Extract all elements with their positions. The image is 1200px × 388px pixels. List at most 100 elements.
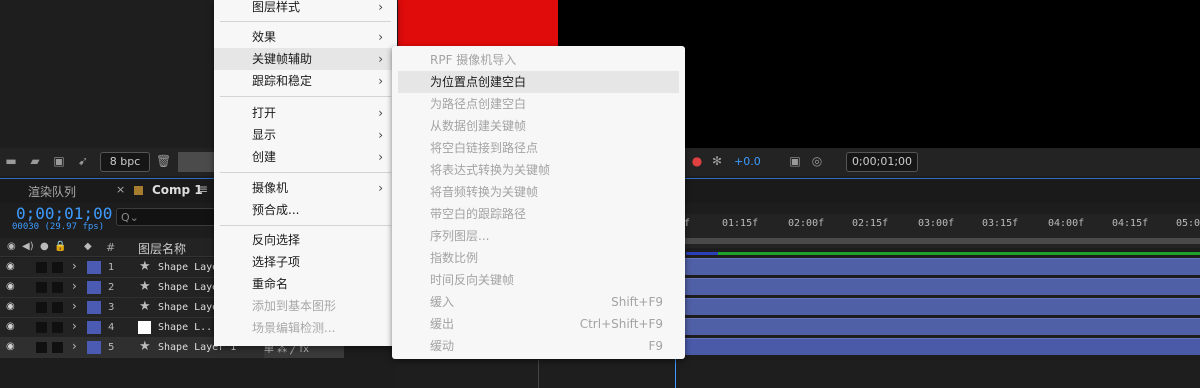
menu-item-track-stabilize[interactable]: 跟踪和稳定 › bbox=[214, 70, 397, 92]
submenu-item-exponential-scale[interactable]: 指数比例 bbox=[398, 247, 679, 269]
snapshot-icon[interactable]: ▬ bbox=[4, 154, 18, 168]
show-snapshot-icon[interactable]: ◎ bbox=[810, 154, 824, 168]
label-icon: ◆ bbox=[84, 241, 92, 252]
render-cache-indicator bbox=[718, 252, 1200, 255]
lock-toggle[interactable] bbox=[52, 342, 63, 353]
chevron-right-icon: › bbox=[378, 181, 383, 195]
layer-name[interactable]: Shape Laye bbox=[158, 302, 218, 313]
lock-toggle[interactable] bbox=[52, 282, 63, 293]
submenu-item-create-nulls-from-path[interactable]: 为路径点创建空白 bbox=[398, 93, 679, 115]
solo-toggle[interactable] bbox=[36, 342, 47, 353]
lock-toggle[interactable] bbox=[52, 322, 63, 333]
trash-icon[interactable]: 🗑 bbox=[156, 154, 171, 168]
panel-menu-icon[interactable]: ≡ bbox=[198, 182, 208, 196]
submenu-item-convert-expression[interactable]: 将表达式转换为关键帧 bbox=[398, 159, 679, 181]
menu-item-keyframe-assistant[interactable]: 关键帧辅助 › bbox=[214, 48, 397, 70]
layer-duration-bar[interactable] bbox=[675, 258, 1200, 275]
time-tick: 03:15f bbox=[982, 218, 1019, 229]
exposure-value[interactable]: +0.0 bbox=[734, 155, 761, 168]
menu-item-reveal[interactable]: 显示 › bbox=[214, 124, 397, 146]
menu-item-create[interactable]: 创建 › bbox=[214, 146, 397, 168]
layer-duration-bar[interactable] bbox=[675, 278, 1200, 295]
label-color[interactable] bbox=[87, 341, 101, 354]
submenu-item-track-path-with-null[interactable]: 带空白的跟踪路径 bbox=[398, 203, 679, 225]
expand-icon[interactable]: › bbox=[72, 259, 77, 273]
menu-item-camera[interactable]: 摄像机 › bbox=[214, 177, 397, 199]
eye-icon[interactable]: ◉ bbox=[6, 341, 15, 352]
submenu-item-easy-ease-in[interactable]: 缓入 Shift+F9 bbox=[398, 291, 679, 313]
current-time-display[interactable]: 0;00;01;00 bbox=[16, 204, 112, 223]
time-tick: 02:15f bbox=[852, 218, 889, 229]
label-color[interactable] bbox=[87, 321, 101, 334]
submenu-item-sequence-layers[interactable]: 序列图层... bbox=[398, 225, 679, 247]
submenu-item-create-nulls-from-position[interactable]: 为位置点创建空白 bbox=[398, 71, 679, 93]
submenu-item-easy-ease-out[interactable]: 缓出 Ctrl+Shift+F9 bbox=[398, 313, 679, 335]
menu-item-precompose[interactable]: 预合成... bbox=[214, 199, 397, 221]
film-icon[interactable]: ▣ bbox=[52, 154, 66, 168]
chevron-right-icon: › bbox=[378, 106, 383, 120]
solo-toggle[interactable] bbox=[36, 322, 47, 333]
layer-duration-bar[interactable] bbox=[675, 318, 1200, 335]
time-tick: 01:15f bbox=[722, 218, 759, 229]
search-input[interactable]: Q⌄ bbox=[116, 208, 226, 226]
menu-item-open[interactable]: 打开 › bbox=[214, 102, 397, 124]
submenu-item-time-reverse-keyframes[interactable]: 时间反向关键帧 bbox=[398, 269, 679, 291]
work-area-bar[interactable] bbox=[675, 238, 1200, 244]
expand-icon[interactable]: › bbox=[72, 319, 77, 333]
menu-item-layer-styles[interactable]: 图层样式 › bbox=[214, 0, 397, 18]
layer-number: 3 bbox=[108, 302, 115, 313]
chevron-right-icon: › bbox=[378, 30, 383, 44]
solo-toggle[interactable] bbox=[36, 282, 47, 293]
layer-duration-bar[interactable] bbox=[675, 338, 1200, 355]
camera-icon[interactable]: ▣ bbox=[788, 154, 802, 168]
panel-divider[interactable] bbox=[538, 360, 539, 388]
solo-toggle[interactable] bbox=[36, 302, 47, 313]
eye-icon[interactable]: ◉ bbox=[6, 281, 15, 292]
tab-comp-1[interactable]: Comp 1 bbox=[152, 183, 203, 197]
submenu-item-convert-audio[interactable]: 将音频转换为关键帧 bbox=[398, 181, 679, 203]
eye-icon[interactable]: ◉ bbox=[6, 261, 15, 272]
eye-icon[interactable]: ◉ bbox=[6, 301, 15, 312]
expand-icon[interactable]: › bbox=[72, 339, 77, 353]
layer-number: 1 bbox=[108, 262, 115, 273]
layer-duration-bar[interactable] bbox=[675, 298, 1200, 315]
label-color[interactable] bbox=[87, 281, 101, 294]
close-icon[interactable]: × bbox=[116, 183, 125, 196]
label-color[interactable] bbox=[87, 301, 101, 314]
lock-toggle[interactable] bbox=[52, 302, 63, 313]
viewer-timecode[interactable]: 0;00;01;00 bbox=[846, 152, 918, 172]
tab-render-queue[interactable]: 渲染队列 bbox=[28, 183, 76, 200]
channel-icon[interactable]: ● bbox=[690, 154, 704, 168]
lock-toggle[interactable] bbox=[52, 262, 63, 273]
layer-number: 2 bbox=[108, 282, 115, 293]
flowchart-icon[interactable]: ➹ bbox=[76, 154, 90, 168]
label-color[interactable] bbox=[87, 261, 101, 274]
lock-icon: 🔒 bbox=[54, 241, 67, 252]
eye-icon[interactable]: ◉ bbox=[6, 321, 15, 332]
submenu-item-link-null-to-path[interactable]: 将空白链接到路径点 bbox=[398, 137, 679, 159]
solo-toggle[interactable] bbox=[36, 262, 47, 273]
reset-exposure-icon[interactable]: ✻ bbox=[710, 154, 724, 168]
bit-depth-button[interactable]: 8 bpc bbox=[100, 152, 150, 172]
chevron-right-icon: › bbox=[378, 150, 383, 164]
menu-item-rename[interactable]: 重命名 bbox=[214, 273, 397, 295]
menu-item-add-to-essential-graphics[interactable]: 添加到基本图形 bbox=[214, 295, 397, 317]
layer-name-header: 图层名称 bbox=[138, 242, 187, 256]
layer-name[interactable]: Shape L... bbox=[158, 322, 218, 333]
time-tick: 04:15f bbox=[1112, 218, 1149, 229]
expand-icon[interactable]: › bbox=[72, 299, 77, 313]
star-icon: ★ bbox=[139, 339, 151, 354]
submenu-item-keyframes-from-data[interactable]: 从数据创建关键帧 bbox=[398, 115, 679, 137]
menu-separator bbox=[220, 96, 391, 97]
expand-icon[interactable]: › bbox=[72, 279, 77, 293]
menu-item-scene-edit-detection[interactable]: 场景编辑检测... bbox=[214, 317, 397, 339]
time-tick: 05:0 bbox=[1176, 218, 1200, 229]
chevron-right-icon: › bbox=[378, 0, 383, 14]
menu-item-select-children[interactable]: 选择子项 bbox=[214, 251, 397, 273]
submenu-item-easy-ease[interactable]: 缓动 F9 bbox=[398, 335, 679, 357]
submenu-item-rpf-camera-import[interactable]: RPF 摄像机导入 bbox=[398, 49, 679, 71]
folder-icon[interactable]: ▰ bbox=[28, 154, 42, 168]
context-menu: 图层样式 › 效果 › 关键帧辅助 › 跟踪和稳定 › 打开 › 显示 › 创建 › 摄像机 ›… bbox=[214, 0, 397, 346]
menu-item-invert-selection[interactable]: 反向选择 bbox=[214, 229, 397, 251]
menu-item-effects[interactable]: 效果 › bbox=[214, 26, 397, 48]
